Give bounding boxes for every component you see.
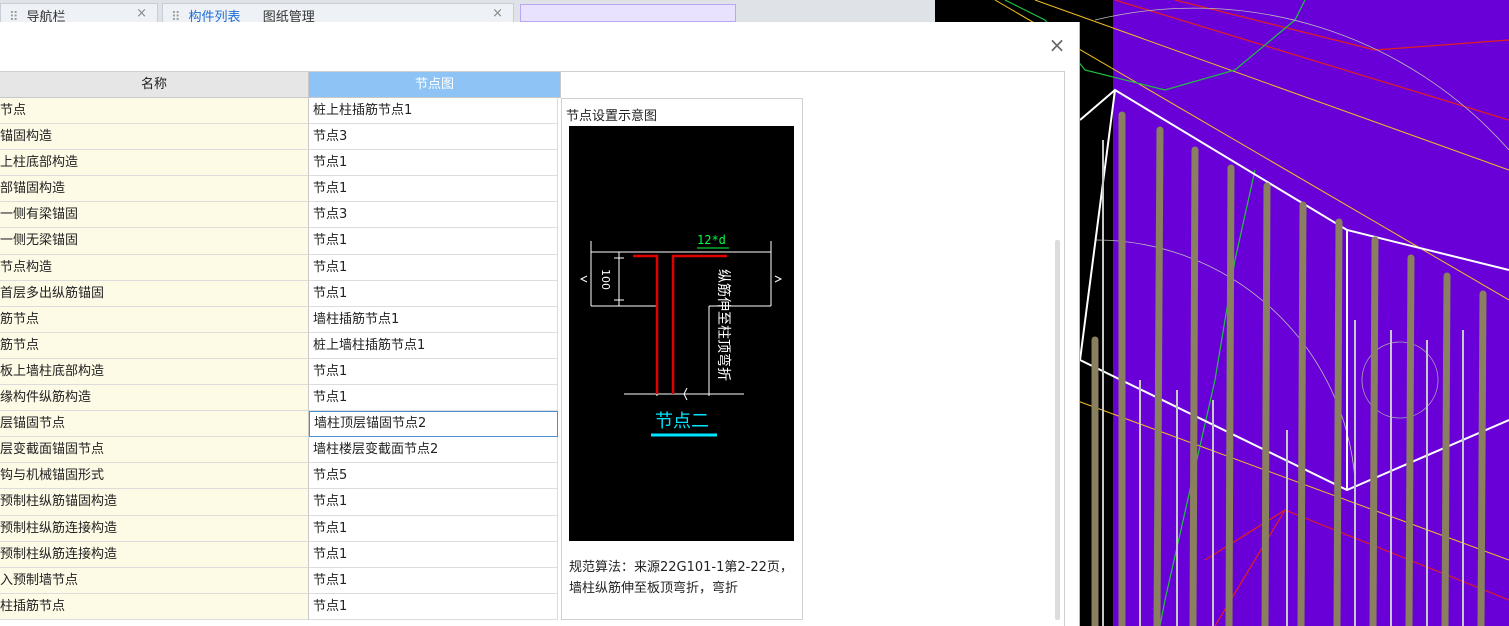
row-name-cell: 预制柱纵筋连接构造 (0, 541, 309, 568)
row-node-cell[interactable]: 桩上柱插筋节点1 (309, 98, 558, 125)
table-row[interactable]: 钩与机械锚固形式 节点5 (0, 463, 561, 490)
row-name-cell: 柱插筋节点 (0, 593, 309, 620)
row-name-cell: 首层多出纵筋锚固 (0, 280, 309, 307)
table-row[interactable]: 锚固构造 节点3 (0, 124, 561, 151)
row-node-cell[interactable]: 桩上墙柱插筋节点1 (309, 332, 558, 359)
table-row[interactable]: 筋节点 桩上墙柱插筋节点1 (0, 332, 561, 359)
row-name-cell: 层锚固节点 (0, 411, 309, 438)
row-name-cell: 上柱底部构造 (0, 150, 309, 177)
row-node-cell[interactable]: 节点1 (309, 515, 558, 542)
table-row[interactable]: 节点构造 节点1 (0, 254, 561, 281)
row-node-cell[interactable]: 节点1 (309, 358, 558, 386)
row-name-cell: 预制柱纵筋连接构造 (0, 515, 309, 542)
node-settings-dialog: × 名称 节点图 节点 桩上柱插筋节点1 锚固构造 节点3 上柱底部构造 节点1 部锚固构造… (0, 22, 1080, 626)
row-node-cell[interactable]: 墙柱插筋节点1 (309, 306, 558, 333)
node-diagram-drawing: 12*d 100 纵筋伸至柱顶弯折 节点二 (579, 233, 783, 437)
tab-drawing-management[interactable]: 图纸管理 (263, 10, 315, 22)
node-diagram: 12*d 100 纵筋伸至柱顶弯折 节点二 (569, 126, 794, 541)
close-icon[interactable]: × (492, 6, 503, 21)
drag-handle-icon[interactable]: ⠿ (9, 10, 19, 22)
row-node-cell[interactable]: 节点1 (309, 593, 558, 620)
preview-title: 节点设置示意图 (566, 109, 658, 124)
table-row[interactable]: 入预制墙节点 节点1 (0, 567, 561, 594)
toolbar-tab[interactable] (520, 4, 736, 22)
node-settings-grid: 名称 节点图 节点 桩上柱插筋节点1 锚固构造 节点3 上柱底部构造 节点1 部锚固构造 节点… (0, 72, 561, 620)
row-name-cell: 节点 (0, 98, 309, 125)
row-node-cell[interactable]: 墙柱楼层变截面节点2 (309, 437, 558, 464)
row-name-cell: 钩与机械锚固形式 (0, 463, 309, 490)
row-node-cell[interactable]: 节点1 (309, 385, 558, 412)
table-row[interactable]: 预制柱纵筋连接构造 节点1 (0, 541, 561, 568)
row-node-cell[interactable]: 节点3 (309, 124, 558, 151)
row-node-cell[interactable]: 节点1 (309, 254, 558, 281)
row-name-cell: 部锚固构造 (0, 176, 309, 203)
close-icon[interactable]: × (136, 6, 147, 21)
drag-handle-icon[interactable]: ⠿ (171, 10, 181, 22)
row-node-cell[interactable]: 节点5 (309, 463, 558, 490)
row-name-cell: 一侧无梁锚固 (0, 228, 309, 255)
table-row[interactable]: 一侧有梁锚固 节点3 (0, 202, 561, 229)
table-row[interactable]: 柱插筋节点 节点1 (0, 593, 561, 620)
tab-component-list[interactable]: ⠿ 构件列表 图纸管理 × (162, 3, 514, 22)
row-name-cell: 筋节点 (0, 306, 309, 333)
row-name-cell: 板上墙柱底部构造 (0, 358, 309, 386)
row-name-cell: 缘构件纵筋构造 (0, 385, 309, 412)
dim-left-label: 100 (599, 269, 612, 290)
table-row[interactable]: 缘构件纵筋构造 节点1 (0, 385, 561, 412)
column-header-node-diagram[interactable]: 节点图 (309, 72, 561, 98)
row-name-cell: 节点构造 (0, 254, 309, 281)
close-button[interactable]: × (1047, 35, 1067, 55)
node-preview-panel: 节点设置示意图 12*d 100 纵筋伸至柱顶弯折 节点二 规范算法：来源22G… (561, 98, 803, 620)
row-node-cell[interactable]: 节点1 (309, 541, 558, 568)
table-row[interactable]: 部锚固构造 节点1 (0, 176, 561, 203)
grid-header: 名称 节点图 (0, 72, 561, 98)
tab-navigation[interactable]: ⠿ 导航栏 × (0, 3, 158, 22)
row-name-cell: 筋节点 (0, 332, 309, 359)
row-node-cell[interactable]: 节点1 (309, 228, 558, 255)
row-name-cell: 入预制墙节点 (0, 567, 309, 594)
table-row[interactable]: 节点 桩上柱插筋节点1 (0, 98, 561, 125)
row-node-cell[interactable]: 墙柱顶层锚固节点2 (309, 411, 558, 438)
row-node-cell[interactable]: 节点1 (309, 150, 558, 177)
tab-label: 构件列表 (188, 10, 241, 22)
table-row[interactable]: 板上墙柱底部构造 节点1 (0, 358, 561, 386)
row-name-cell: 层变截面锚固节点 (0, 437, 309, 464)
row-node-cell[interactable]: 节点1 (309, 489, 558, 516)
dim-top-label: 12*d (697, 233, 726, 247)
table-row[interactable]: 上柱底部构造 节点1 (0, 150, 561, 177)
table-row[interactable]: 首层多出纵筋锚固 节点1 (0, 280, 561, 307)
table-row[interactable]: 层锚固节点 墙柱顶层锚固节点2 (0, 411, 561, 438)
table-row[interactable]: 预制柱纵筋锚固构造 节点1 (0, 489, 561, 516)
tab-label: 导航栏 (26, 10, 66, 22)
grid-body: 节点 桩上柱插筋节点1 锚固构造 节点3 上柱底部构造 节点1 部锚固构造 节点1 一侧有梁锚固… (0, 98, 561, 620)
row-node-cell[interactable]: 节点1 (309, 567, 558, 594)
table-row[interactable]: 预制柱纵筋连接构造 节点1 (0, 515, 561, 542)
row-name-cell: 一侧有梁锚固 (0, 202, 309, 229)
row-node-cell[interactable]: 节点3 (309, 202, 558, 229)
vertical-note-label: 纵筋伸至柱顶弯折 (715, 269, 732, 381)
vertical-scrollbar[interactable] (1055, 240, 1060, 620)
row-node-cell[interactable]: 节点1 (309, 176, 558, 203)
row-name-cell: 预制柱纵筋锚固构造 (0, 489, 309, 516)
dialog-content: 名称 节点图 节点 桩上柱插筋节点1 锚固构造 节点3 上柱底部构造 节点1 部锚固构造 节点… (0, 71, 1065, 626)
row-name-cell: 锚固构造 (0, 124, 309, 151)
table-row[interactable]: 层变截面锚固节点 墙柱楼层变截面节点2 (0, 437, 561, 464)
diagram-caption: 节点二 (655, 411, 709, 432)
algorithm-description: 规范算法：来源22G101-1第2-22页，墙柱纵筋伸至板顶弯折，弯折 (569, 560, 793, 596)
table-row[interactable]: 一侧无梁锚固 节点1 (0, 228, 561, 255)
row-node-cell[interactable]: 节点1 (309, 280, 558, 307)
column-header-name[interactable]: 名称 (0, 72, 309, 98)
table-row[interactable]: 筋节点 墙柱插筋节点1 (0, 306, 561, 333)
